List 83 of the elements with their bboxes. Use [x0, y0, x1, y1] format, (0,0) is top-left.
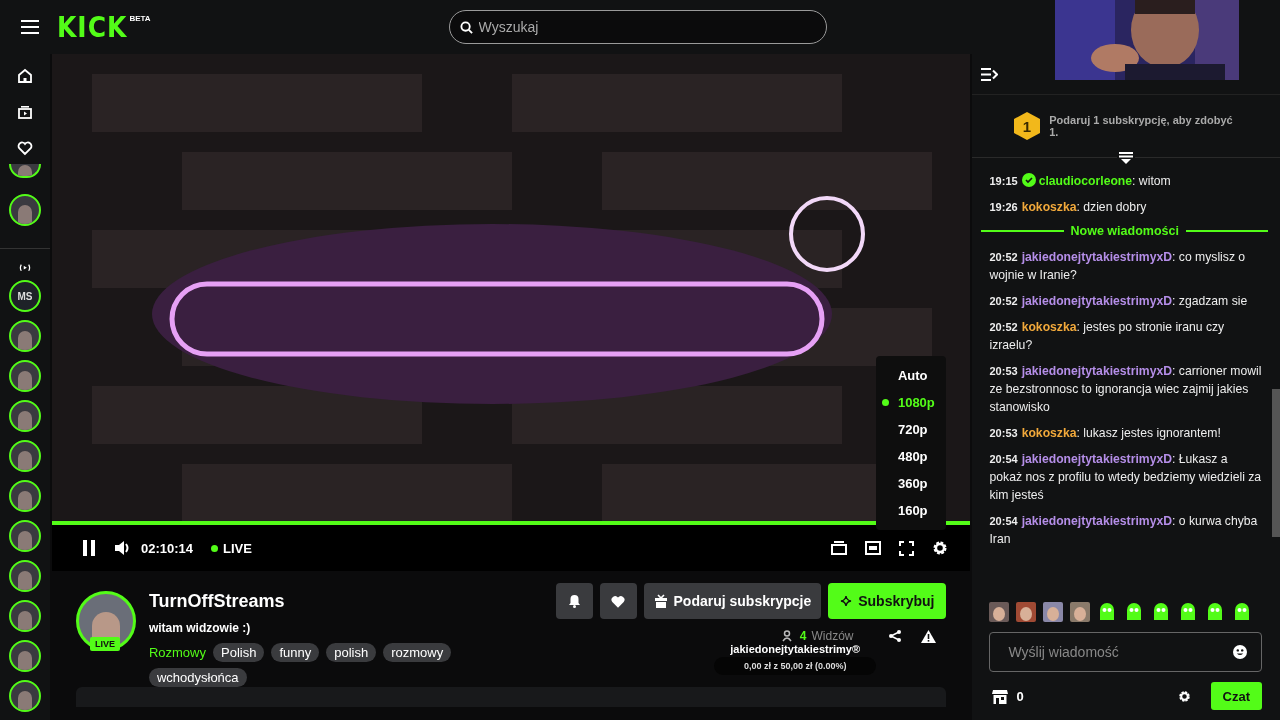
channel-avatar[interactable]: MS: [8, 280, 41, 312]
emote-icon[interactable]: [989, 602, 1010, 622]
quality-option[interactable]: Auto: [875, 362, 946, 389]
picture-in-picture-icon[interactable]: [864, 541, 881, 555]
bell-icon: [567, 594, 581, 608]
channel-avatar[interactable]: [8, 640, 41, 672]
channel-name[interactable]: TurnOffStreams: [148, 591, 479, 612]
quality-option[interactable]: 360p: [875, 470, 946, 497]
follow-button[interactable]: [599, 583, 637, 619]
message-input[interactable]: Wyślij wiadomość: [989, 632, 1262, 672]
settings-icon[interactable]: [931, 540, 948, 556]
sparkle-icon: [840, 595, 853, 607]
video-icon[interactable]: [16, 104, 33, 120]
category-link[interactable]: Rozmowy: [148, 645, 206, 660]
chat-message: 20:52 kokoszka: jestes po stronie iranu czy izraelu?: [989, 319, 1226, 354]
notification-button[interactable]: [555, 583, 593, 619]
gift-subscription-button[interactable]: Podaruj subskrypcje: [643, 583, 822, 619]
heart-icon: [611, 594, 625, 608]
chat-message: 20:52 jakiedonejtytakiestrimyxD: co myslisz o wojnie w Iranie?: [989, 249, 1247, 284]
channel-avatar[interactable]: [8, 194, 41, 226]
channel-avatar[interactable]: [8, 360, 41, 392]
collapse-icon[interactable]: [981, 67, 999, 81]
gift-badge: 1: [1013, 111, 1042, 141]
viewer-count: 4: [799, 629, 807, 643]
channel-avatar[interactable]: [8, 680, 41, 712]
goal-name: jakiedonejtytakiestrimy®: [730, 643, 861, 655]
home-icon[interactable]: [16, 68, 33, 84]
chat-send-button[interactable]: Czat: [1210, 682, 1262, 710]
chat-message: 20:54 jakiedonejtytakiestrimyxD: Łukasz a pokaż nos z profilu to wtedy bedziemy wiedzieli za kim jesteś: [989, 451, 1262, 504]
chat-message: 19:26 kokoszka: dzien dobry: [989, 199, 1148, 216]
pause-icon[interactable]: [81, 540, 96, 556]
menu-icon[interactable]: [21, 20, 39, 34]
tag[interactable]: Polish: [213, 643, 265, 662]
heart-icon[interactable]: [16, 140, 33, 156]
subscribe-button[interactable]: Subskrybuj: [828, 583, 947, 619]
live-label: LIVE: [222, 540, 252, 556]
channel-avatar[interactable]: [8, 164, 41, 178]
channel-avatar[interactable]: [8, 520, 41, 552]
points-count: 0: [1016, 688, 1024, 704]
channel-avatar[interactable]: [8, 480, 41, 512]
live-dot: [210, 544, 218, 552]
scrollbar[interactable]: [1272, 389, 1280, 537]
chat-message: 20:53 jakiedonejtytakiestrimyxD: carrioner mowil ze bezstronnosc to ignorancja wiec zajmij jakies stanowisko: [989, 363, 1262, 416]
quality-option[interactable]: 720p: [875, 416, 946, 443]
quality-option[interactable]: 160p: [875, 497, 946, 524]
tag[interactable]: funny: [271, 643, 320, 662]
quality-option[interactable]: 1080p: [875, 389, 946, 416]
gift-goal-text: Podaruj 1 subskrypcję, aby zdobyć 1.: [1049, 114, 1234, 138]
new-messages-divider: Nowe wiadomości: [1070, 224, 1179, 238]
share-icon[interactable]: [888, 629, 903, 643]
chat-message: 20:54 jakiedonejtytakiestrimyxD: o kurwa chyba Iran: [989, 513, 1259, 548]
live-badge: LIVE: [89, 637, 120, 651]
channel-avatar[interactable]: [8, 440, 41, 472]
viewers-icon: [781, 630, 795, 642]
channel-avatar[interactable]: [8, 560, 41, 592]
gift-icon: [653, 594, 668, 608]
chat-message: 19:15 claudiocorleone: witom: [989, 172, 1172, 190]
emoji-icon[interactable]: [1233, 645, 1247, 659]
tag[interactable]: polish: [326, 643, 377, 662]
channel-avatar[interactable]: [8, 320, 41, 352]
emote-icon[interactable]: [1016, 602, 1037, 622]
report-icon[interactable]: [921, 629, 937, 643]
beta-label: BETA: [129, 13, 151, 23]
channel-avatar[interactable]: [8, 400, 41, 432]
chat-message: 20:52 jakiedonejtytakiestrimyxD: zgadzam sie: [989, 293, 1249, 310]
search-icon: [459, 21, 473, 34]
stream-title: witam widzowie :): [148, 621, 252, 635]
tag[interactable]: rozmowy: [383, 643, 452, 662]
channel-avatar[interactable]: [8, 600, 41, 632]
search-field[interactable]: Wyszukaj: [448, 10, 827, 44]
stream-time: 02:10:14: [140, 540, 193, 556]
fullscreen-icon[interactable]: [898, 540, 914, 556]
tag[interactable]: wchodysłońca: [148, 668, 247, 687]
goal-amount: 0,00 zł z 50,00 zł (0.00%): [713, 657, 877, 675]
logo[interactable]: KICK: [57, 11, 128, 43]
store-icon[interactable]: [992, 688, 1009, 704]
viewers-label: Widzów: [811, 629, 854, 643]
chat-message: 20:53 kokoszka: lukasz jestes ignorantem!: [989, 425, 1222, 442]
emote-icon[interactable]: [1070, 602, 1091, 622]
settings-icon[interactable]: [1177, 689, 1191, 703]
theater-icon[interactable]: [830, 541, 847, 555]
quality-option[interactable]: 480p: [875, 443, 946, 470]
emote-icon[interactable]: [1043, 602, 1064, 622]
